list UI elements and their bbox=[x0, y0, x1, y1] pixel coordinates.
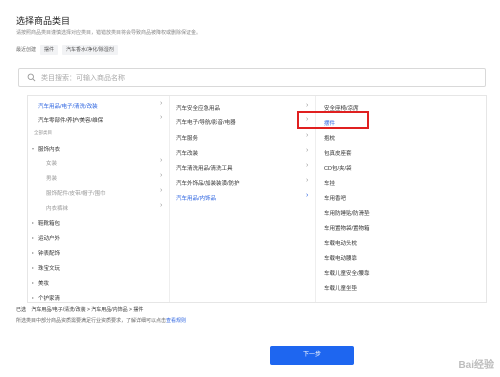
category-item[interactable]: 汽车清洗用品/清洗工具 bbox=[176, 164, 233, 172]
category-group[interactable]: 钟表配饰 bbox=[38, 249, 60, 257]
category-item[interactable]: 车用防睡贴/防滑垫 bbox=[324, 209, 370, 217]
caret-right-icon: ▸ bbox=[32, 220, 35, 225]
recent-chip-2[interactable]: 汽车香水/净化/除湿剂 bbox=[62, 45, 118, 55]
category-group[interactable]: 个护家清 bbox=[38, 294, 60, 302]
category-item[interactable]: 汽车安全应急用品 bbox=[176, 104, 220, 112]
category-item[interactable]: 内衣裤袜 bbox=[46, 204, 68, 212]
selected-category-path: 已选 汽车用品/电子/清洗/改装 > 汽车用品/内饰品 > 摆件 bbox=[16, 306, 143, 313]
chevron-right-icon: › bbox=[160, 172, 163, 179]
search-input[interactable]: 类目搜索：可输入商品名称 bbox=[41, 73, 125, 83]
chevron-right-icon: › bbox=[306, 192, 309, 199]
caret-right-icon: ▸ bbox=[32, 265, 35, 270]
category-item[interactable]: 车载儿童安全/腰靠 bbox=[324, 269, 370, 277]
category-item[interactable]: 汽车改装 bbox=[176, 149, 198, 157]
category-column-level2: 汽车安全应急用品 › 汽车电子/导航/影音/电器 › 汽车服务 › 汽车改装 ›… bbox=[170, 96, 316, 302]
category-group[interactable]: 运动户外 bbox=[38, 234, 60, 242]
category-search[interactable]: 类目搜索：可输入商品名称 bbox=[18, 68, 486, 87]
category-item[interactable]: 车载儿童坐垫 bbox=[324, 284, 357, 292]
category-item[interactable]: 汽车外饰品/加装装潢/防护 bbox=[176, 179, 240, 187]
category-picker: 汽车用品/电子/清洗/改装 › 汽车零部件/养护/美容/维保 › 全部类目 ▾ … bbox=[27, 95, 487, 303]
category-section-header: 全部类目 bbox=[34, 130, 52, 135]
category-group[interactable]: 服饰内衣 bbox=[38, 145, 60, 153]
category-item[interactable]: 车用置物袋/置物箱 bbox=[324, 224, 370, 232]
category-item[interactable]: 汽车零部件/养护/美容/维保 bbox=[38, 116, 103, 124]
category-item[interactable]: 女装 bbox=[46, 159, 57, 167]
chevron-right-icon: › bbox=[306, 132, 309, 139]
chevron-right-icon: › bbox=[160, 157, 163, 164]
watermark-logo: Bai经验 bbox=[458, 360, 494, 371]
page-subtitle: 请按照商品类目谨慎选择对应类目，错错放类目将会导致商品被降权或删除保证金。 bbox=[16, 30, 202, 36]
category-item[interactable]: 车用香吧 bbox=[324, 194, 346, 202]
page-title: 选择商品类目 bbox=[16, 16, 71, 26]
caret-down-icon: ▾ bbox=[32, 146, 35, 151]
caret-right-icon: ▸ bbox=[32, 280, 35, 285]
qualification-notice: 所选类目中部分商品资质需要满足行业资质要求，了解详细可以点击查看规则 bbox=[16, 317, 186, 324]
category-item[interactable]: 包真皮座套 bbox=[324, 149, 352, 157]
search-icon bbox=[27, 73, 36, 82]
category-item[interactable]: 汽车服务 bbox=[176, 134, 198, 142]
chevron-right-icon: › bbox=[306, 102, 309, 109]
category-group[interactable]: 美妆 bbox=[38, 279, 49, 287]
chevron-right-icon: › bbox=[160, 100, 163, 107]
category-item[interactable]: 汽车用品/内饰品 bbox=[176, 194, 216, 202]
caret-right-icon: ▸ bbox=[32, 250, 35, 255]
recent-chip-1[interactable]: 摆件 bbox=[40, 45, 59, 55]
category-item[interactable]: 抱枕 bbox=[324, 134, 335, 142]
selected-path-text: 汽车用品/电子/清洗/改装 > 汽车用品/内饰品 > 摆件 bbox=[31, 307, 144, 313]
category-item[interactable]: 车载电动腰靠 bbox=[324, 254, 357, 262]
caret-right-icon: ▸ bbox=[32, 295, 35, 300]
category-group[interactable]: 鞋靴箱包 bbox=[38, 219, 60, 227]
category-column-level1: 汽车用品/电子/清洗/改装 › 汽车零部件/养护/美容/维保 › 全部类目 ▾ … bbox=[28, 96, 170, 302]
chevron-right-icon: › bbox=[160, 187, 163, 194]
category-item[interactable]: CD包/夹/袋 bbox=[324, 164, 352, 172]
view-rules-link[interactable]: 查看规则 bbox=[166, 318, 186, 324]
annotation-highlight-box bbox=[297, 111, 369, 129]
selected-prefix: 已选 bbox=[16, 307, 27, 313]
category-item[interactable]: 男装 bbox=[46, 174, 57, 182]
chevron-right-icon: › bbox=[306, 177, 309, 184]
category-item[interactable]: 汽车用品/电子/清洗/改装 bbox=[38, 102, 98, 110]
chevron-right-icon: › bbox=[306, 162, 309, 169]
recent-label: 最近创建 bbox=[16, 47, 37, 53]
chevron-right-icon: › bbox=[306, 147, 309, 154]
category-item[interactable]: 车挂 bbox=[324, 179, 335, 187]
next-step-button[interactable]: 下一步 bbox=[270, 346, 354, 365]
notice-text: 所选类目中部分商品资质需要满足行业资质要求，了解详细可以点击 bbox=[16, 318, 167, 324]
category-item[interactable]: 车载电动头枕 bbox=[324, 239, 357, 247]
chevron-right-icon: › bbox=[160, 202, 163, 209]
caret-right-icon: ▸ bbox=[32, 235, 35, 240]
category-item[interactable]: 服饰配件/皮带/帽子/围巾 bbox=[46, 189, 106, 197]
category-group[interactable]: 珠宝文玩 bbox=[38, 264, 60, 272]
category-item[interactable]: 汽车电子/导航/影音/电器 bbox=[176, 118, 236, 126]
chevron-right-icon: › bbox=[160, 114, 163, 121]
